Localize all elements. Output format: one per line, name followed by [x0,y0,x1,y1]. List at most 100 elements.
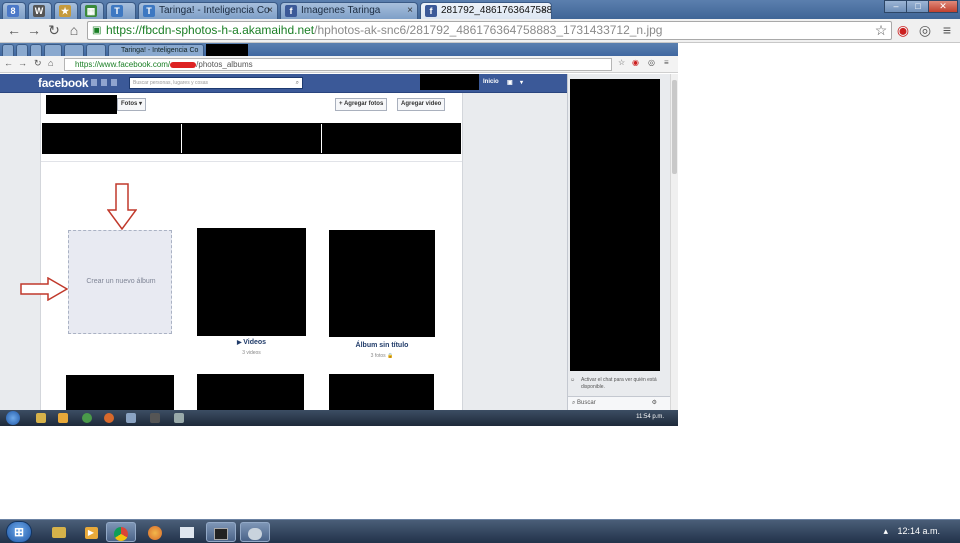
chrome-icon [114,526,128,541]
chat-message-text: Activar el chat para ver quién está disp… [581,377,657,390]
taskbar-clock[interactable]: 12:14 a.m. [897,526,940,536]
tab-bookmark[interactable]: ★ [54,2,78,19]
lock-icon: 🔒 [387,353,394,359]
media-player-taskbar-button[interactable]: ▶ [76,522,106,542]
chat-user-icon: ☺ [570,377,576,383]
inner-tab [86,44,106,56]
inner-tab-strip: Taringa! - Inteligencia Co [0,43,678,56]
url-scheme: https:// [106,23,143,37]
inner-tab [64,44,84,56]
inner-tab-label: Taringa! - Inteligencia Co [121,47,199,54]
firefox-taskbar-button[interactable] [140,522,170,542]
terminal-taskbar-button[interactable] [206,522,236,542]
tab-active-image[interactable]: f 281792_486176364758883 × [420,2,552,19]
explorer-icon [36,413,46,423]
menu-icon: ≡ [664,58,669,67]
divider [321,124,322,153]
paint-icon [174,413,184,423]
opera-icon: ◉ [632,58,639,67]
tab-taringa-small[interactable]: T [106,2,136,19]
notifications-icon [111,79,117,86]
inner-toolbar: ← → ↻ ⌂ https://www.facebook.com/ /photos… [0,56,678,73]
browser-tab-strip: 8 W ★ ▦ T T Taringa! - Inteligencia Co ×… [0,0,960,19]
mail-icon [126,413,136,423]
paint-icon [248,527,262,540]
paint-taskbar-button[interactable] [240,522,270,542]
inner-clock: 11:54 p.m. [636,414,664,420]
minimize-button[interactable]: – [884,0,908,13]
embedded-screenshot: Taringa! - Inteligencia Co ← → ↻ ⌂ https… [0,43,678,426]
mail-taskbar-button[interactable] [172,522,202,542]
opera-icon[interactable]: ◉ [895,22,911,38]
facebook-icon: f [425,5,437,17]
firefox-icon [148,525,162,540]
tab-google[interactable]: 8 [2,2,26,19]
eye-icon[interactable]: ◎ [917,22,933,38]
bookmark-icon: ★ [59,5,71,17]
screen: 8 W ★ ▦ T T Taringa! - Inteligencia Co ×… [0,0,960,543]
facebook-logo: facebook [38,76,89,90]
chrome-taskbar-button[interactable] [106,522,136,542]
album-subtitle-untitled: 3 fotos 🔒 [329,353,435,359]
tab-label: Imagenes Taringa [301,5,381,16]
explorer-taskbar-button[interactable] [44,522,74,542]
tab-imagenes-taringa[interactable]: f Imagenes Taringa × [280,2,418,19]
redacted-profile [420,74,479,90]
lock-icon: ▣ [92,25,102,36]
maximize-button[interactable]: □ [906,0,930,13]
menu-icon[interactable]: ≡ [939,22,955,38]
reload-icon[interactable]: ↻ [46,22,62,38]
home-icon[interactable]: ⌂ [66,22,82,38]
close-icon[interactable]: × [407,3,413,18]
forward-icon[interactable]: → [26,22,42,38]
bookmark-star-icon[interactable]: ☆ [873,22,889,38]
album-cover-untitled [329,230,435,337]
back-icon[interactable]: ← [6,22,22,38]
inner-address-bar: https://www.facebook.com/ /photos_albums [64,58,612,71]
redacted-tab [206,44,248,56]
album-cover [329,374,434,410]
tab-taringa[interactable]: T Taringa! - Inteligencia Co × [138,2,278,19]
redacted-username [170,61,197,68]
tab-label: Taringa! - Inteligencia Co [159,5,270,16]
inner-url-host: https://www.facebook.com/ [75,60,171,69]
messages-icon [101,79,107,86]
eye-icon: ◎ [648,58,655,67]
wordpress-icon: W [33,5,45,17]
add-photos-label: + Agregar fotos [339,101,384,107]
close-icon[interactable]: × [541,3,547,18]
album-cover [197,374,304,410]
friends-icon [91,79,97,86]
album-title-untitled: Álbum sin título [355,342,409,349]
chat-disabled-message: ☺ Activar el chat para ver quién está di… [570,377,668,391]
firefox-icon [104,413,114,423]
inner-tab [2,44,14,56]
tab-grid[interactable]: ▦ [80,2,104,19]
add-video-label: Agregar video [401,101,442,107]
address-bar[interactable]: ▣ https://fbcdn-sphotos-h-a.akamaihd.net… [87,21,892,40]
down-arrow-annotation [107,183,137,230]
album-title-text: Videos [243,339,267,346]
grid-icon: ▦ [85,5,97,17]
forward-icon: → [18,58,27,68]
chat-options-icon: ⚙ [651,400,657,406]
tab-label: 281792_486176364758883 [441,5,552,16]
chrome-icon [82,413,92,423]
album-cover [66,375,174,410]
inner-url-path: /photos_albums [196,60,253,69]
close-window-button[interactable]: ✕ [928,0,958,13]
start-button[interactable]: ⊞ [6,521,32,543]
add-photos-button: + Agregar fotos [335,98,388,111]
reload-icon: ↻ [34,58,42,68]
tab-wordpress[interactable]: W [28,2,52,19]
right-arrow-annotation [20,277,68,301]
close-icon[interactable]: × [267,3,273,18]
tray-arrow-icon[interactable]: ▴ [883,526,888,537]
friend-requests-icon: ▣ [507,80,513,86]
add-video-button: Agregar video [397,98,446,111]
inner-tab-taringa: Taringa! - Inteligencia Co [108,44,204,56]
separator [41,161,462,162]
album-subtitle-text: 3 fotos [370,353,386,359]
chat-sidebar: ☺ Activar el chat para ver quién está di… [567,74,671,410]
nav-home: Inicio [483,79,499,85]
